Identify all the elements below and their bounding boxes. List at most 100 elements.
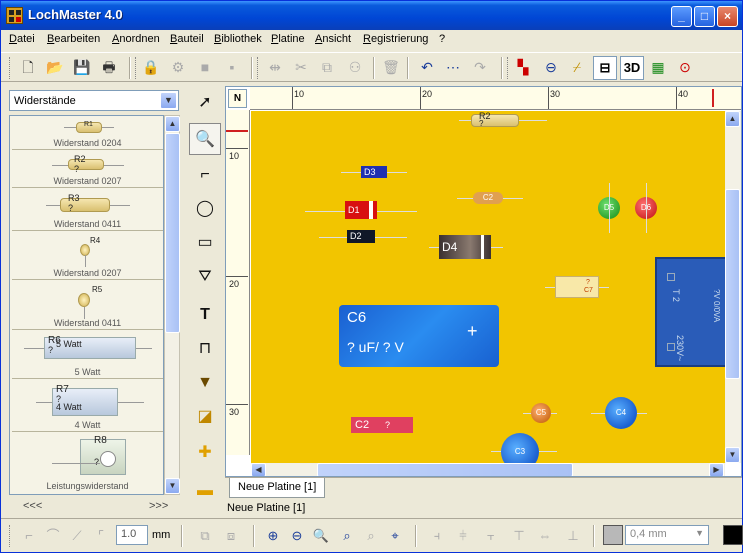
history-icon[interactable]: ⋯ bbox=[443, 57, 463, 77]
list-item[interactable]: R7 ? 4 Watt 4 Watt bbox=[12, 380, 163, 432]
ratsnest-icon[interactable]: ⊖ bbox=[541, 57, 561, 77]
copy-icon[interactable]: ⧉ bbox=[317, 57, 337, 77]
scroll-down-icon[interactable]: ▼ bbox=[725, 447, 740, 463]
align-center-icon[interactable]: ⫩ bbox=[453, 526, 473, 546]
unlock-icon[interactable]: ⚙ bbox=[168, 57, 188, 77]
cut-icon[interactable]: ✂ bbox=[291, 57, 311, 77]
solder-tool-icon[interactable]: ◪ bbox=[189, 401, 221, 433]
capacitor-c4[interactable]: C4 bbox=[605, 397, 637, 429]
select-arrow-icon[interactable]: ➚ bbox=[189, 87, 221, 119]
menu-registrierung[interactable]: Registrierung bbox=[363, 33, 428, 45]
list-item[interactable]: R1 Widerstand 0204 bbox=[12, 116, 163, 150]
align-middle-icon[interactable]: ⇔ bbox=[535, 526, 555, 546]
mirror-icon[interactable]: ⇹ bbox=[265, 57, 285, 77]
part-list-scrollbar[interactable]: ▲ ▼ bbox=[164, 115, 180, 495]
zoom-all-icon[interactable]: ⌕ bbox=[337, 526, 357, 546]
minimize-button[interactable]: _ bbox=[671, 6, 692, 27]
toolbar-grip[interactable] bbox=[9, 57, 12, 79]
grid-board-icon[interactable]: ▦ bbox=[648, 57, 668, 77]
capacitor-c2[interactable]: C2 bbox=[473, 192, 503, 204]
list-item[interactable]: R3 ? Widerstand 0411 bbox=[12, 189, 163, 231]
close-button[interactable]: × bbox=[717, 6, 738, 27]
toolbar-grip[interactable] bbox=[9, 525, 12, 547]
board-horizontal-scrollbar[interactable]: ◀ ▶ bbox=[251, 463, 725, 476]
strip-tool-icon[interactable]: ▬ bbox=[189, 475, 221, 507]
north-indicator[interactable]: N bbox=[228, 89, 247, 108]
zoom-fit-icon[interactable]: 🔍 bbox=[311, 526, 331, 546]
wire-icon[interactable]: ⌿ bbox=[567, 57, 587, 77]
color-parts-icon[interactable]: ▚ bbox=[513, 57, 533, 77]
redo-icon[interactable]: ↷ bbox=[470, 57, 490, 77]
wire-tool-icon[interactable]: ⌐ bbox=[189, 159, 221, 191]
tab-neue-platine[interactable]: Neue Platine [1] bbox=[229, 478, 326, 498]
list-item[interactable]: R2 ? Widerstand 0207 bbox=[12, 151, 163, 188]
capacitor-c3[interactable]: C3 bbox=[501, 433, 539, 463]
maximize-button[interactable]: □ bbox=[694, 6, 715, 27]
chevron-down-icon[interactable]: ▼ bbox=[160, 92, 177, 109]
board-vertical-scrollbar[interactable]: ▲ ▼ bbox=[725, 111, 741, 463]
title-bar[interactable]: LochMaster 4.0 _ □ × bbox=[1, 1, 742, 30]
menu-help[interactable]: ? bbox=[439, 33, 445, 45]
library-category-select[interactable]: Widerstände ▼ bbox=[9, 90, 179, 111]
pad-tool-icon[interactable]: ✚ bbox=[189, 437, 221, 469]
menu-bibliothek[interactable]: Bibliothek bbox=[214, 33, 262, 45]
scrollbar-thumb[interactable] bbox=[725, 189, 740, 379]
part-list[interactable]: R1 Widerstand 0204 R2 ? Widerstand 0207 … bbox=[9, 115, 164, 495]
align-bottom-icon[interactable]: ⊥ bbox=[563, 526, 583, 546]
list-item[interactable]: R8 ? Leistungswiderstand bbox=[12, 433, 163, 494]
zoom-previous-icon[interactable]: ⌖ bbox=[385, 526, 405, 546]
list-item[interactable]: R5 Widerstand 0411 bbox=[12, 281, 163, 330]
fill-color-swatch[interactable] bbox=[603, 525, 623, 545]
menu-datei[interactable]: Datei bbox=[9, 33, 35, 45]
open-folder-icon[interactable]: 📂 bbox=[45, 57, 65, 77]
zoom-tool-icon[interactable]: 🔍 bbox=[189, 123, 221, 155]
line-width-input[interactable]: 1.0 bbox=[116, 525, 148, 545]
scroll-right-icon[interactable]: ▶ bbox=[709, 463, 724, 476]
send-back-icon[interactable]: ▪ bbox=[222, 57, 242, 77]
corner-bevel-icon[interactable]: ⟋ bbox=[67, 526, 87, 546]
diode-d2[interactable]: D2 bbox=[347, 230, 375, 243]
scroll-up-icon[interactable]: ▲ bbox=[725, 111, 740, 127]
group-icon[interactable]: ⧉ bbox=[195, 526, 215, 546]
list-item[interactable]: R4 Widerstand 0207 bbox=[12, 232, 163, 280]
electrolytic-capacitor-c6[interactable]: C6 ? uF/ ? V + bbox=[339, 305, 499, 367]
line-color-swatch[interactable] bbox=[723, 525, 743, 545]
capacitor-c7[interactable]: ? C7 bbox=[555, 276, 599, 298]
toolbar-grip[interactable] bbox=[507, 57, 510, 79]
scrollbar-thumb[interactable] bbox=[165, 133, 180, 333]
board-canvas[interactable]: N 10 20 30 40 10 20 30 R2 ? D3 C2 D1 D2 … bbox=[225, 86, 742, 477]
lock-icon[interactable]: 🔒 bbox=[141, 57, 161, 77]
board-view-toggle[interactable]: ⊟ bbox=[593, 56, 617, 80]
align-top-icon[interactable]: ⊤ bbox=[509, 526, 529, 546]
align-right-icon[interactable]: ⫟ bbox=[481, 526, 501, 546]
bridge-tool-icon[interactable]: ⊓ bbox=[189, 333, 221, 365]
diode-d3[interactable]: D3 bbox=[361, 166, 387, 178]
bring-front-icon[interactable]: ■ bbox=[195, 57, 215, 77]
scroll-down-icon[interactable]: ▼ bbox=[165, 478, 180, 494]
drill-hole-icon[interactable]: ⊙ bbox=[675, 57, 695, 77]
menu-bauteil[interactable]: Bauteil bbox=[170, 33, 204, 45]
delete-icon[interactable]: 🗑 bbox=[381, 57, 401, 77]
scrollbar-thumb[interactable] bbox=[317, 463, 573, 476]
menu-bearbeiten[interactable]: Bearbeiten bbox=[47, 33, 100, 45]
toolbar-grip[interactable] bbox=[257, 57, 260, 79]
menu-anordnen[interactable]: Anordnen bbox=[112, 33, 160, 45]
menu-ansicht[interactable]: Ansicht bbox=[315, 33, 351, 45]
ungroup-icon[interactable]: ⧈ bbox=[221, 526, 241, 546]
menu-platine[interactable]: Platine bbox=[271, 33, 305, 45]
scroll-up-icon[interactable]: ▲ bbox=[165, 116, 180, 132]
prev-page-button[interactable]: <<< bbox=[23, 500, 42, 512]
capacitor-c2-film[interactable]: C2 ? bbox=[351, 417, 413, 433]
print-icon[interactable]: 🖶 bbox=[99, 57, 119, 77]
pcb-board[interactable]: R2 ? D3 C2 D1 D2 D4 D5 D6 bbox=[251, 111, 725, 463]
align-left-icon[interactable]: ⫞ bbox=[427, 526, 447, 546]
chevron-down-icon[interactable]: ▼ bbox=[695, 528, 704, 538]
new-file-icon[interactable]: 🗋 bbox=[18, 57, 38, 77]
view-3d-toggle[interactable]: 3D bbox=[620, 56, 644, 80]
capacitor-c5[interactable]: C5 bbox=[531, 403, 551, 423]
next-page-button[interactable]: >>> bbox=[149, 500, 168, 512]
toolbar-grip[interactable] bbox=[135, 57, 138, 79]
polygon-tool-icon[interactable]: ⛛ bbox=[189, 261, 221, 293]
zoom-in-icon[interactable]: ⊕ bbox=[263, 526, 283, 546]
cutter-tool-icon[interactable]: ▼ bbox=[189, 367, 221, 399]
